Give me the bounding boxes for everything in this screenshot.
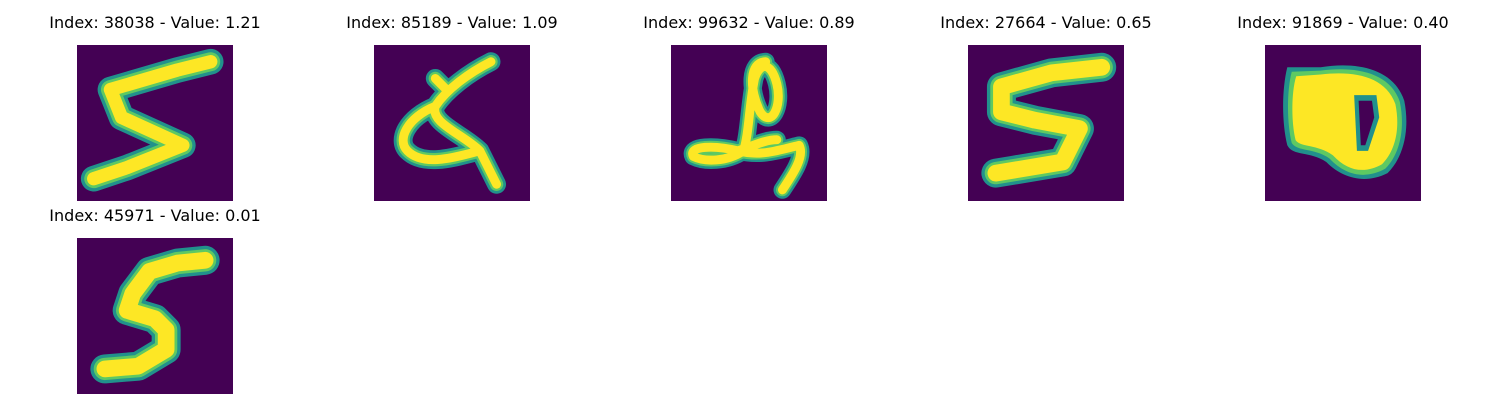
panel-title: Index: 91869 - Value: 0.40 <box>1237 13 1449 32</box>
panel-title: Index: 38038 - Value: 1.21 <box>49 13 261 32</box>
panel-title: Index: 99632 - Value: 0.89 <box>643 13 855 32</box>
digit-5-image <box>968 45 1124 201</box>
digit-scribble-image <box>671 45 827 201</box>
image-panel-1: Index: 38038 - Value: 1.21 <box>20 8 290 201</box>
panel-title: Index: 27664 - Value: 0.65 <box>940 13 1152 32</box>
image-panel-3: Index: 99632 - Value: 0.89 <box>614 8 884 201</box>
digit-5-image <box>77 45 233 201</box>
panel-title: Index: 85189 - Value: 1.09 <box>346 13 558 32</box>
image-panel-6: Index: 45971 - Value: 0.01 <box>20 201 290 394</box>
image-panel-4: Index: 27664 - Value: 0.65 <box>911 8 1181 201</box>
digit-5-image <box>77 238 233 394</box>
digit-blob-image <box>1265 45 1421 201</box>
digit-loop-image <box>374 45 530 201</box>
image-panel-5: Index: 91869 - Value: 0.40 <box>1208 8 1478 201</box>
panel-title: Index: 45971 - Value: 0.01 <box>49 206 261 225</box>
image-panel-2: Index: 85189 - Value: 1.09 <box>317 8 587 201</box>
